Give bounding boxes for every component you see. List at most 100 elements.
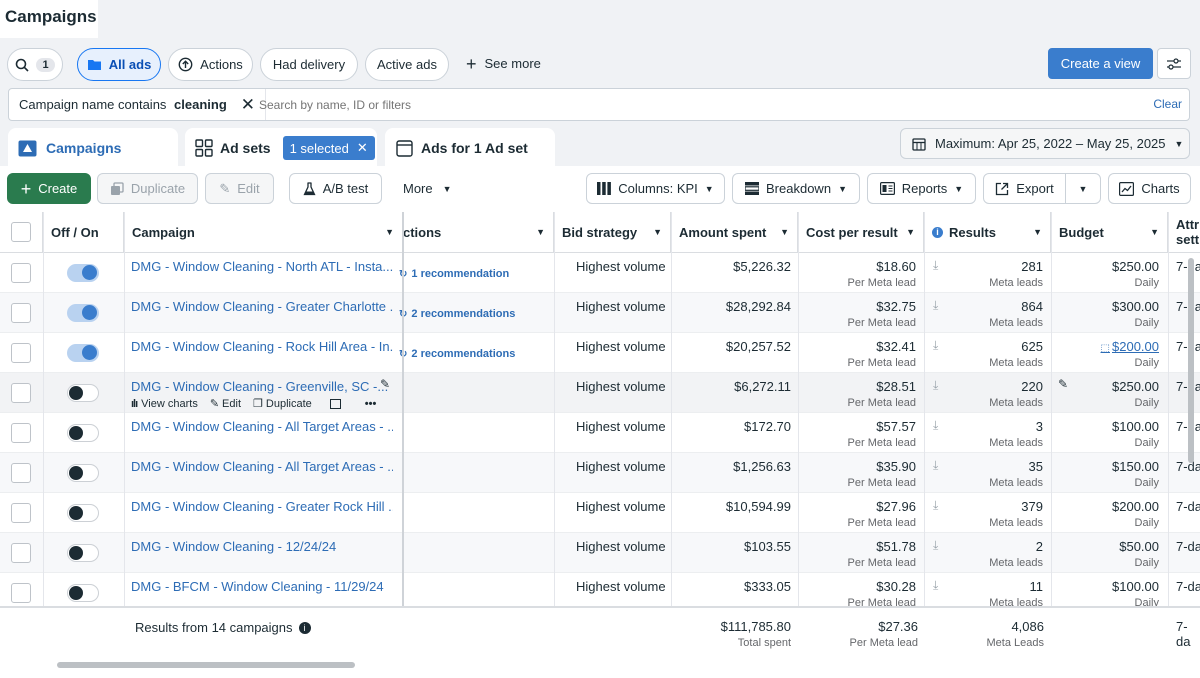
tab-campaigns[interactable]: Campaigns — [8, 128, 178, 168]
header-amount-spent[interactable]: Amount spent ▼ — [671, 212, 798, 253]
row-checkbox[interactable] — [11, 263, 31, 283]
row-checkbox[interactable] — [11, 343, 31, 363]
table-row[interactable]: DMG - Window Cleaning - All Target Areas… — [0, 413, 1200, 453]
recommendation-badge[interactable]: ↻2 recommendations — [399, 346, 549, 362]
header-budget[interactable]: Budget ▼ — [1051, 212, 1168, 253]
bid-strategy-value: Highest volume — [576, 419, 666, 434]
horizontal-scrollbar[interactable] — [57, 662, 355, 668]
all-ads-button[interactable]: All ads — [77, 48, 161, 81]
view-charts-link[interactable]: ılı View charts — [131, 398, 198, 410]
campaign-name-link[interactable]: DMG - Window Cleaning - Greater Charlott… — [131, 299, 393, 315]
table-row[interactable]: DMG - Window Cleaning - North ATL - Inst… — [0, 253, 1200, 293]
header-cost-per-result[interactable]: Cost per result ▼ — [798, 212, 924, 253]
bid-strategy-value: Highest volume — [576, 299, 666, 314]
search-input[interactable] — [259, 93, 1059, 116]
row-checkbox[interactable] — [11, 543, 31, 563]
export-button[interactable]: Export — [983, 173, 1066, 204]
delivery-toggle[interactable] — [67, 544, 99, 562]
table-row[interactable]: DMG - Window Cleaning - Greater Charlott… — [0, 293, 1200, 333]
image-icon[interactable] — [329, 398, 341, 409]
tab-ad-sets[interactable]: Ad sets 1 selected ✕ — [185, 128, 377, 168]
header-campaign[interactable]: Campaign ▼ — [124, 212, 403, 253]
close-icon[interactable]: ✕ — [241, 95, 255, 115]
recommendation-badge[interactable]: ↻2 recommendations — [399, 306, 549, 322]
delivery-toggle[interactable] — [67, 384, 99, 402]
view-settings-button[interactable] — [1157, 48, 1191, 79]
select-all-checkbox[interactable] — [11, 222, 31, 242]
active-ads-button[interactable]: Active ads — [365, 48, 449, 81]
table-row[interactable]: DMG - Window Cleaning - All Target Areas… — [0, 453, 1200, 493]
clear-filters-link[interactable]: Clear — [1153, 97, 1182, 111]
create-view-label: Create a view — [1060, 56, 1141, 71]
row-checkbox[interactable] — [11, 383, 31, 403]
recommendation-badge[interactable]: ↻1 recommendation — [399, 266, 549, 282]
selected-badge[interactable]: 1 selected ✕ — [282, 136, 375, 160]
delivery-toggle[interactable] — [67, 584, 99, 602]
header-actions[interactable]: ctions ▼ — [403, 212, 554, 253]
pencil-icon: ✎ — [219, 180, 231, 196]
search-filter-button[interactable]: 1 — [7, 48, 63, 81]
campaign-name-link[interactable]: DMG - Window Cleaning - All Target Areas… — [131, 459, 393, 475]
more-options-icon[interactable]: ••• — [365, 398, 377, 410]
delivery-toggle[interactable] — [67, 344, 99, 362]
vertical-scrollbar[interactable] — [1188, 258, 1194, 463]
info-icon[interactable]: i — [298, 621, 311, 634]
table-row[interactable]: DMG - Window Cleaning - Rock Hill Area -… — [0, 333, 1200, 373]
header-off-on[interactable]: Off / On — [43, 212, 124, 253]
reports-label: Reports — [901, 181, 948, 196]
active-ads-label: Active ads — [377, 57, 437, 72]
cost-per-result-value: $18.60 — [876, 259, 916, 274]
results-value: 35 — [1028, 459, 1043, 474]
campaign-name-link[interactable]: DMG - Window Cleaning - Greenville, SC -… — [131, 379, 393, 395]
pencil-icon[interactable]: ✎ — [380, 377, 390, 391]
delivery-toggle[interactable] — [67, 424, 99, 442]
edit-label: Edit — [237, 181, 260, 196]
campaign-name-link[interactable]: DMG - Window Cleaning - 12/24/24 — [131, 539, 393, 555]
see-more-button[interactable]: + See more — [466, 55, 541, 73]
export-menu-button[interactable]: ▼ — [1065, 173, 1101, 204]
budget-value[interactable]: ⬚ $200.00 — [1051, 339, 1159, 355]
delivery-toggle[interactable] — [67, 504, 99, 522]
campaign-name-link[interactable]: DMG - Window Cleaning - Greater Rock Hil… — [131, 499, 393, 515]
header-attribution[interactable]: Attr sett — [1168, 212, 1200, 253]
row-checkbox[interactable] — [11, 583, 31, 603]
actions-button[interactable]: Actions — [168, 48, 253, 81]
reports-button[interactable]: Reports ▼ — [867, 173, 976, 204]
tab-ads[interactable]: Ads for 1 Ad set — [385, 128, 555, 168]
create-view-button[interactable]: Create a view — [1048, 48, 1153, 79]
header-bid-strategy[interactable]: Bid strategy ▼ — [554, 212, 671, 253]
columns-button[interactable]: Columns: KPI ▼ — [586, 173, 725, 204]
more-menu-button[interactable]: More ▼ — [403, 181, 452, 196]
row-checkbox[interactable] — [11, 503, 31, 523]
row-checkbox[interactable] — [11, 303, 31, 323]
campaign-name-link[interactable]: DMG - Window Cleaning - All Target Areas… — [131, 419, 393, 435]
row-edit-link[interactable]: ✎ Edit — [210, 397, 241, 411]
ab-test-button[interactable]: A/B test — [289, 173, 382, 204]
filter-bar: Campaign name contains cleaning ✕ Clear — [8, 88, 1190, 121]
campaign-name-link[interactable]: DMG - Window Cleaning - Rock Hill Area -… — [131, 339, 393, 355]
charts-button[interactable]: Charts — [1108, 173, 1191, 204]
campaign-name-link[interactable]: DMG - BFCM - Window Cleaning - 11/29/24 — [131, 579, 393, 595]
breakdown-button[interactable]: Breakdown ▼ — [732, 173, 860, 204]
delivery-toggle[interactable] — [67, 304, 99, 322]
amount-spent-value: $103.55 — [744, 539, 791, 554]
row-checkbox[interactable] — [11, 463, 31, 483]
edit-button[interactable]: ✎ Edit — [205, 173, 274, 204]
row-duplicate-link[interactable]: ❐ Duplicate — [253, 397, 312, 411]
table-row[interactable]: DMG - Window Cleaning - 12/24/24 Highest … — [0, 533, 1200, 573]
close-icon[interactable]: ✕ — [357, 140, 368, 156]
table-row[interactable]: DMG - Window Cleaning - Greenville, SC -… — [0, 373, 1200, 413]
table-row[interactable]: DMG - Window Cleaning - Greater Rock Hil… — [0, 493, 1200, 533]
had-delivery-button[interactable]: Had delivery — [260, 48, 358, 81]
cost-per-result-value: $32.41 — [876, 339, 916, 354]
campaign-name-link[interactable]: DMG - Window Cleaning - North ATL - Inst… — [131, 259, 393, 275]
delivery-toggle[interactable] — [67, 464, 99, 482]
date-range-picker[interactable]: Maximum: Apr 25, 2022 – May 25, 2025 ▼ — [900, 128, 1190, 159]
filter-chip[interactable]: Campaign name contains cleaning ✕ — [9, 89, 267, 120]
delivery-toggle[interactable] — [67, 264, 99, 282]
header-results[interactable]: i Results ▼ — [924, 212, 1051, 253]
duplicate-button[interactable]: Duplicate — [97, 173, 198, 204]
row-checkbox[interactable] — [11, 423, 31, 443]
footer-attribution: 7-da — [1176, 619, 1191, 649]
create-button[interactable]: + Create — [7, 173, 91, 204]
